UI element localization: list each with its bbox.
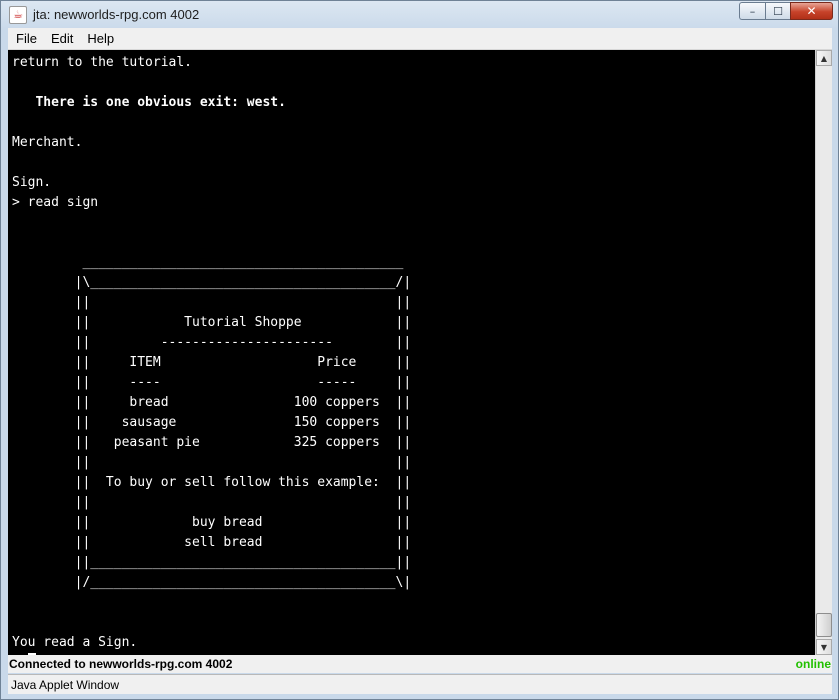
terminal-line: || ---- ----- ||	[12, 375, 412, 390]
terminal-line: > read sign	[12, 195, 99, 210]
terminal-line: || ---------------------- ||	[12, 335, 412, 350]
terminal-line: Merchant.	[12, 135, 83, 150]
java-cup-icon: ☕	[9, 5, 27, 24]
scroll-up-arrow-icon[interactable]: ▲	[816, 50, 832, 66]
terminal-line: |\______________________________________…	[12, 275, 412, 290]
terminal-line: || sell bread ||	[12, 535, 412, 550]
terminal-line: return to the tutorial.	[12, 55, 193, 70]
close-button[interactable]: ✕	[790, 2, 833, 20]
menu-edit[interactable]: Edit	[45, 31, 79, 46]
status-bar: Connected to newworlds-rpg.com 4002 onli…	[8, 655, 832, 673]
online-indicator: online	[795, 657, 831, 671]
terminal-line: You read a Sign.	[12, 635, 138, 650]
terminal-line: || ||	[12, 455, 412, 470]
terminal-line: || ||	[12, 295, 412, 310]
applet-window-label: Java Applet Window	[11, 677, 120, 692]
menu-file[interactable]: File	[10, 31, 43, 46]
connection-status: Connected to newworlds-rpg.com 4002	[9, 657, 233, 671]
window-controls: – ☐ ✕	[739, 2, 833, 20]
menu-help[interactable]: Help	[81, 31, 120, 46]
terminal-line: || Tutorial Shoppe ||	[12, 315, 412, 330]
terminal-line: |/______________________________________…	[12, 575, 412, 590]
terminal-line: Sign.	[12, 175, 52, 190]
title-bar[interactable]: ☕ jta: newworlds-rpg.com 4002 – ☐ ✕	[1, 1, 838, 28]
terminal-line: There is one obvious exit: west.	[12, 95, 286, 110]
terminal-line: || buy bread ||	[12, 515, 412, 530]
scroll-down-arrow-icon[interactable]: ▼	[816, 639, 832, 655]
terminal-line: ________________________________________…	[12, 255, 404, 270]
terminal-output: return to the tutorial. There is one obv…	[12, 53, 411, 655]
terminal-line: || ITEM Price ||	[12, 355, 412, 370]
app-window: ☕ jta: newworlds-rpg.com 4002 – ☐ ✕ File…	[0, 0, 839, 700]
terminal-line: || bread 100 coppers ||	[12, 395, 412, 410]
applet-warning-bar: Java Applet Window	[8, 674, 832, 694]
maximize-button[interactable]: ☐	[765, 2, 790, 20]
terminal-screen[interactable]: return to the tutorial. There is one obv…	[8, 50, 815, 655]
scroll-thumb[interactable]	[816, 613, 832, 637]
minimize-button[interactable]: –	[739, 2, 765, 20]
terminal-line: || peasant pie 325 coppers ||	[12, 435, 412, 450]
window-title: jta: newworlds-rpg.com 4002	[33, 7, 200, 22]
terminal-line: || ||	[12, 495, 412, 510]
terminal-line: || sausage 150 coppers ||	[12, 415, 412, 430]
menu-bar: File Edit Help	[8, 28, 832, 50]
vertical-scrollbar[interactable]: ▲ ▼	[815, 50, 832, 655]
terminal-line: || To buy or sell follow this example: |…	[12, 475, 412, 490]
terminal-line: ||______________________________________…	[12, 555, 412, 570]
